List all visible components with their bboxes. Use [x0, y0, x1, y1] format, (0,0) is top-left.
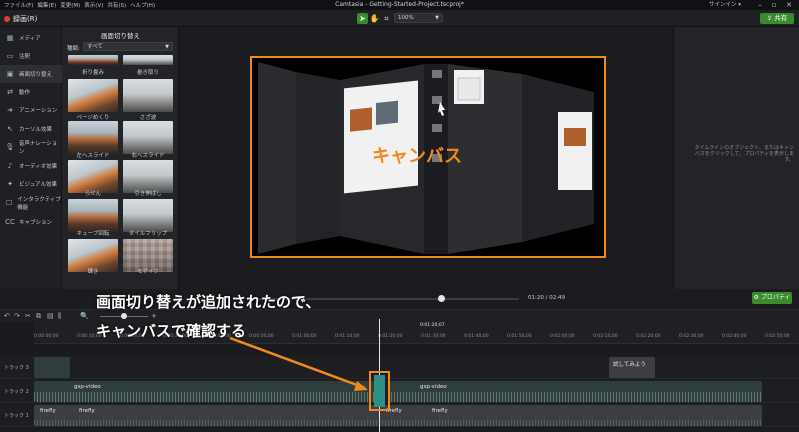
- annotation-arrow: [229, 336, 368, 391]
